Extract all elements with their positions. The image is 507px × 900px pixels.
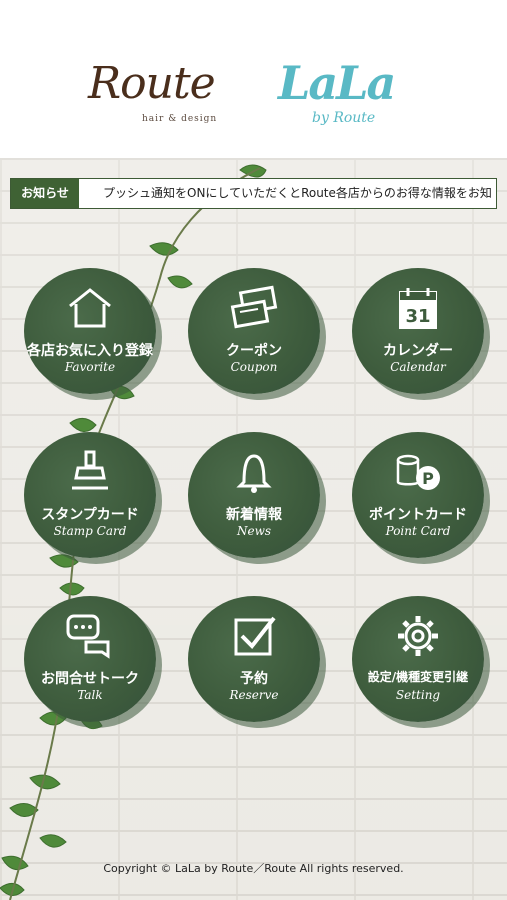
menu-label-en: Favorite <box>64 360 116 374</box>
menu-favorite[interactable]: 各店お気に入り登録 Favorite <box>20 268 160 398</box>
menu-label-jp: 設定/機種変更引継 <box>367 670 469 684</box>
chat-icon <box>66 614 110 659</box>
menu-label-jp: 各店お気に入り登録 <box>27 343 153 359</box>
menu-label-en: Talk <box>77 688 103 702</box>
copyright-footer: Copyright © LaLa by Route／Route All righ… <box>103 862 404 875</box>
notice-bar[interactable]: お知らせ プッシュ通知をONにしていただくとRoute各店からのお得な情報をお知 <box>10 178 497 209</box>
menu-calendar[interactable]: 31 カレンダー Calendar <box>348 268 488 398</box>
app-header: Route hair & design LaLa by Route <box>0 0 507 158</box>
route-logo[interactable]: Route hair & design <box>88 58 238 128</box>
menu-label-jp: カレンダー <box>383 343 453 359</box>
coins-icon: P <box>396 454 440 490</box>
menu-label-jp: ポイントカード <box>369 507 467 523</box>
route-logo-text: Route <box>88 58 216 109</box>
menu-label-jp: 新着情報 <box>226 507 282 523</box>
menu-reserve[interactable]: 予約 Reserve <box>184 596 324 726</box>
menu-label-en: News <box>236 524 272 538</box>
checkbox-icon <box>234 616 276 656</box>
lala-logo-text: LaLa <box>278 56 396 110</box>
stamp-icon <box>72 450 108 490</box>
menu-label-jp: 予約 <box>240 671 268 687</box>
menu-label-jp: スタンプカード <box>41 507 139 523</box>
house-icon <box>69 288 111 328</box>
menu-label-en: Setting <box>395 688 441 702</box>
notice-ticker-text[interactable]: プッシュ通知をONにしていただくとRoute各店からのお得な情報をお知 <box>103 179 495 208</box>
menu-coupon[interactable]: クーポン Coupon <box>184 268 324 398</box>
menu-news[interactable]: 新着情報 News <box>184 432 324 562</box>
menu-label-jp: お問合せトーク <box>41 671 139 687</box>
menu-stamp-card[interactable]: スタンプカード Stamp Card <box>20 432 160 562</box>
menu-setting[interactable]: 設定/機種変更引継 Setting <box>348 596 488 726</box>
menu-label-en: Stamp Card <box>53 524 127 538</box>
menu-talk[interactable]: お問合せトーク Talk <box>20 596 160 726</box>
lala-logo-tagline: by Route <box>312 110 376 126</box>
gear-icon <box>398 616 438 656</box>
menu-label-en: Coupon <box>230 360 278 374</box>
menu-label-en: Point Card <box>385 524 451 538</box>
notice-label: お知らせ <box>11 179 79 208</box>
menu-point-card[interactable]: P ポイントカード Point Card <box>348 432 488 562</box>
calendar-icon: 31 <box>399 288 437 329</box>
route-logo-tagline: hair & design <box>142 114 218 124</box>
lala-logo[interactable]: LaLa by Route <box>278 56 418 132</box>
coupon-icon <box>230 285 278 329</box>
menu-label-jp: クーポン <box>226 343 282 359</box>
calendar-day-number: 31 <box>405 306 430 327</box>
menu-label-en: Calendar <box>390 360 446 374</box>
menu-label-en: Reserve <box>229 688 279 702</box>
bell-icon <box>236 454 272 493</box>
point-badge-letter: P <box>422 469 434 488</box>
